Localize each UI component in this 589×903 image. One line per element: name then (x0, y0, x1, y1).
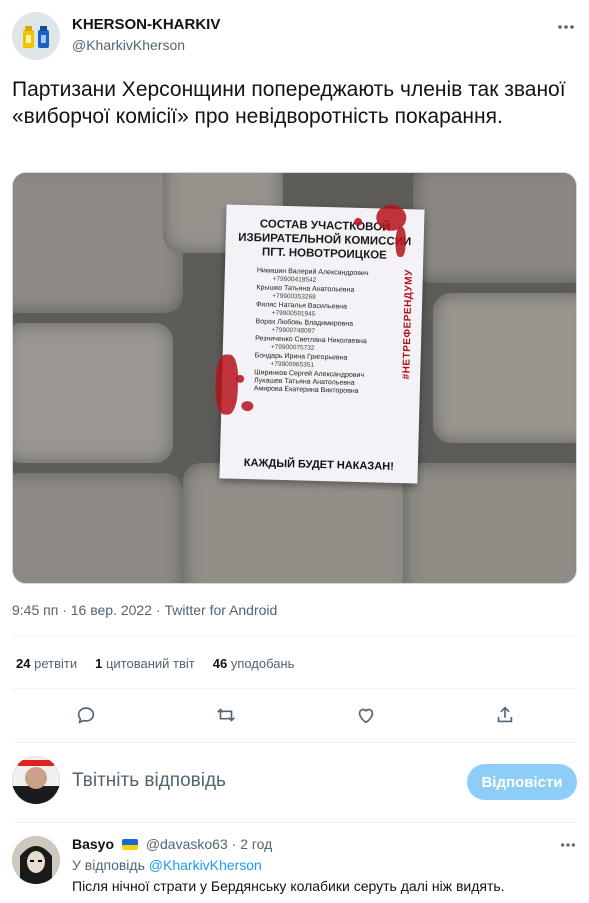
divider (12, 636, 577, 637)
more-options-icon[interactable] (555, 16, 577, 38)
divider (12, 688, 577, 689)
tweet-time[interactable]: 9:45 пп (12, 602, 58, 618)
tweet-actions (12, 700, 577, 730)
reply-icon[interactable] (71, 700, 101, 730)
retweets-stat[interactable]: 24 ретвіти (16, 656, 77, 671)
current-user-avatar[interactable] (12, 756, 60, 804)
retweets-count: 24 (16, 656, 31, 671)
divider (12, 822, 577, 823)
quotes-label: цитований твіт (105, 656, 195, 671)
author-name[interactable]: KHERSON-KHARKIV (72, 16, 220, 33)
reply-to-line: У відповідь @KharkivKherson (72, 857, 262, 873)
likes-stat[interactable]: 46 уподобань (213, 656, 295, 671)
quotes-stat[interactable]: 1 цитований твіт (95, 656, 195, 671)
author-avatar[interactable] (12, 12, 60, 60)
meta-separator: · (62, 602, 67, 618)
tweet-source[interactable]: Twitter for Android (164, 602, 277, 618)
tweet-stats: 24 ретвіти 1 цитований твіт 46 уподобань (16, 656, 294, 671)
divider (12, 742, 577, 743)
tweet-meta: 9:45 пп · 16 вер. 2022 · Twitter for And… (12, 602, 277, 618)
reply-to-handle-link[interactable]: @KharkivKherson (149, 857, 262, 873)
ukraine-flag-icon (121, 839, 138, 850)
reply-header: Basyo @davasko63 · 2 год (72, 836, 272, 852)
like-icon[interactable] (351, 700, 381, 730)
author-handle[interactable]: @KharkivKherson (72, 37, 185, 53)
flyer-footer: КАЖДЫЙ БУДЕТ НАКАЗАН! (243, 456, 394, 473)
reply-time[interactable]: 2 год (240, 836, 272, 852)
likes-count: 46 (212, 656, 228, 671)
retweet-icon[interactable] (211, 700, 241, 730)
reply-separator: · (231, 836, 237, 852)
quotes-count: 1 (95, 656, 103, 671)
flyer-member-list: Никишин Валерий Александрович +799004185… (232, 267, 413, 398)
reply-tweet[interactable]: Basyo @davasko63 · 2 год У відповідь @Kh… (12, 834, 577, 900)
tweet-text: Партизани Херсонщини попереджають членів… (12, 78, 566, 128)
tweet-date[interactable]: 16 вер. 2022 (71, 602, 152, 618)
meta-separator: · (155, 602, 161, 618)
reply-author-handle[interactable]: @davasko63 (146, 836, 228, 852)
flyer: СОСТАВ УЧАСТКОВОЙ ИЗБИРАТЕЛЬНОЙ КОМИССИИ… (215, 204, 425, 484)
likes-label: уподобань (230, 656, 295, 671)
reply-text: Після нічної страти у Бердянську колабик… (72, 878, 505, 894)
reply-author-avatar[interactable] (12, 836, 60, 884)
tweet-photo[interactable]: СОСТАВ УЧАСТКОВОЙ ИЗБИРАТЕЛЬНОЙ КОМИССИИ… (12, 172, 577, 584)
reply-to-label: У відповідь (72, 857, 145, 873)
reply-more-options-icon[interactable] (559, 836, 577, 859)
reply-input[interactable]: Твітніть відповідь (72, 770, 226, 792)
reply-compose: Твітніть відповідь Відповісти (12, 756, 577, 808)
tweet-header: KHERSON-KHARKIV @KharkivKherson (12, 10, 577, 62)
reply-button[interactable]: Відповісти (467, 764, 577, 800)
reply-author-name[interactable]: Basyo (72, 836, 114, 852)
flyer-hashtag: #НЕТРЕФЕРЕНДУМУ (401, 269, 415, 380)
share-icon[interactable] (490, 700, 520, 730)
retweets-label: ретвіти (34, 656, 78, 671)
